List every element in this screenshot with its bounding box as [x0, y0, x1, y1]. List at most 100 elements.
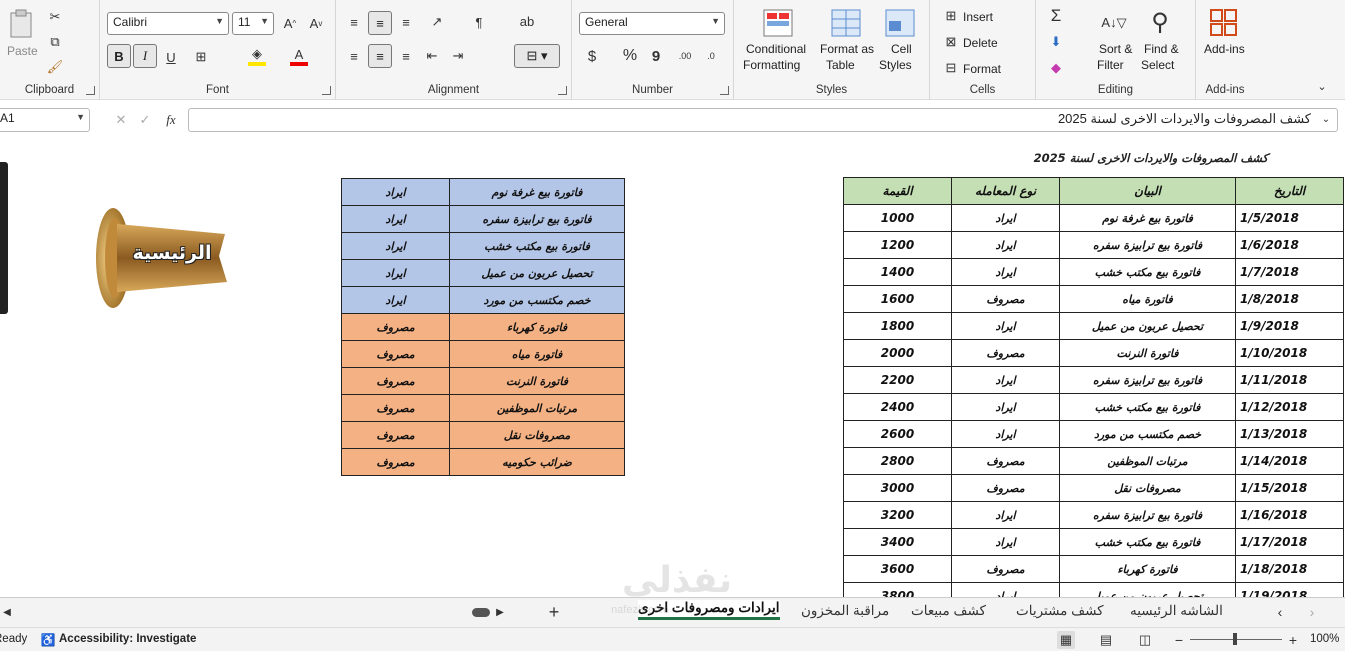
- lookup-cell[interactable]: مصروف: [341, 448, 450, 476]
- lookup-cell[interactable]: ايراد: [341, 286, 450, 314]
- side-floating-toolbar[interactable]: [0, 162, 8, 314]
- column-header[interactable]: القيمة: [843, 177, 952, 205]
- paste-button[interactable]: Paste: [7, 44, 38, 58]
- table-cell[interactable]: 1/7/2018: [1235, 258, 1344, 286]
- cell-styles-icon[interactable]: [884, 8, 916, 38]
- table-cell[interactable]: 1000: [843, 204, 952, 232]
- increase-indent-icon[interactable]: ⇥: [448, 46, 468, 66]
- table-cell[interactable]: 1/6/2018: [1235, 231, 1344, 259]
- lookup-cell[interactable]: تحصيل عربون من عميل: [449, 259, 625, 287]
- name-box[interactable]: A1 ▼: [0, 108, 90, 132]
- format-as-table-icon[interactable]: [830, 8, 862, 38]
- table-cell[interactable]: 1800: [843, 312, 952, 340]
- table-cell[interactable]: مصروفات نقل: [1059, 474, 1236, 502]
- normal-view-icon[interactable]: ▦: [1057, 631, 1075, 649]
- table-cell[interactable]: مرتبات الموظفين: [1059, 447, 1236, 475]
- table-cell[interactable]: 1/18/2018: [1235, 555, 1344, 583]
- font-name-select[interactable]: Calibri ▼: [107, 12, 229, 35]
- table-cell[interactable]: فاتورة النرنت: [1059, 339, 1236, 367]
- merge-center-icon[interactable]: ⊟ ▾: [514, 44, 560, 68]
- lookup-cell[interactable]: فاتورة بيع مكتب خشب: [449, 232, 625, 260]
- table-cell[interactable]: 2000: [843, 339, 952, 367]
- table-cell[interactable]: مصروف: [951, 339, 1060, 367]
- number-launcher-icon[interactable]: [720, 86, 729, 95]
- tab-sales[interactable]: كشف مبيعات: [911, 603, 986, 619]
- table-cell[interactable]: مصروف: [951, 474, 1060, 502]
- table-cell[interactable]: 1/16/2018: [1235, 501, 1344, 529]
- copy-icon[interactable]: ⧉: [46, 33, 64, 51]
- column-header[interactable]: نوع المعامله: [951, 177, 1060, 205]
- zoom-slider-thumb[interactable]: [1233, 633, 1237, 645]
- table-cell[interactable]: فاتورة بيع ترابيزة سفره: [1059, 366, 1236, 394]
- lookup-cell[interactable]: مصروف: [341, 394, 450, 422]
- table-cell[interactable]: 1/9/2018: [1235, 312, 1344, 340]
- tab-inventory[interactable]: مراقبة المخزون: [801, 603, 889, 619]
- fill-color-icon[interactable]: ◈: [248, 46, 266, 66]
- lookup-cell[interactable]: مصروف: [341, 367, 450, 395]
- accessibility-status[interactable]: Accessibility: Investigate: [59, 633, 196, 645]
- table-cell[interactable]: فاتورة بيع ترابيزة سفره: [1059, 501, 1236, 529]
- table-cell[interactable]: فاتورة بيع مكتب خشب: [1059, 258, 1236, 286]
- format-as-table-label-2[interactable]: Table: [826, 58, 855, 72]
- sort-filter-label-1[interactable]: Sort &: [1099, 42, 1132, 56]
- percent-button[interactable]: %: [620, 46, 640, 66]
- table-cell[interactable]: ايراد: [951, 420, 1060, 448]
- table-cell[interactable]: فاتورة بيع ترابيزة سفره: [1059, 231, 1236, 259]
- underline-button[interactable]: U: [162, 48, 180, 66]
- table-cell[interactable]: 1/10/2018: [1235, 339, 1344, 367]
- table-cell[interactable]: 1/13/2018: [1235, 420, 1344, 448]
- zoom-out-icon[interactable]: −: [1172, 631, 1186, 649]
- text-direction-icon[interactable]: ¶: [466, 12, 492, 32]
- formula-input[interactable]: كشف المصروفات والايردات الاخرى لسنة 2025: [188, 108, 1338, 132]
- addins-icon[interactable]: [1209, 8, 1239, 38]
- table-cell[interactable]: 3000: [843, 474, 952, 502]
- table-cell[interactable]: 2200: [843, 366, 952, 394]
- enter-icon[interactable]: ✓: [136, 111, 154, 129]
- align-middle-icon[interactable]: ≡: [368, 11, 392, 35]
- align-right-icon[interactable]: ≡: [396, 46, 416, 66]
- scroll-left-icon[interactable]: ◀: [0, 604, 14, 620]
- table-cell[interactable]: ايراد: [951, 366, 1060, 394]
- cell-styles-label-2[interactable]: Styles: [879, 58, 912, 72]
- cell-styles-label-1[interactable]: Cell: [891, 42, 912, 56]
- italic-button[interactable]: I: [133, 44, 157, 68]
- increase-font-icon[interactable]: A ^: [280, 14, 300, 32]
- lookup-cell[interactable]: ايراد: [341, 232, 450, 260]
- table-cell[interactable]: ايراد: [951, 312, 1060, 340]
- lookup-cell[interactable]: ايراد: [341, 205, 450, 233]
- tab-scroll-right-icon[interactable]: ▶: [494, 604, 506, 620]
- tab-home-screen[interactable]: الشاشه الرئيسيه: [1130, 603, 1223, 619]
- table-cell[interactable]: فاتورة بيع مكتب خشب: [1059, 528, 1236, 556]
- increase-decimal-icon[interactable]: .00: [674, 46, 696, 66]
- table-cell[interactable]: مصروف: [951, 555, 1060, 583]
- bold-button[interactable]: B: [107, 44, 131, 68]
- column-header[interactable]: البيان: [1059, 177, 1236, 205]
- table-cell[interactable]: 1/12/2018: [1235, 393, 1344, 421]
- search-icon[interactable]: ⚲: [1144, 6, 1176, 38]
- table-cell[interactable]: فاتورة مياه: [1059, 285, 1236, 313]
- table-cell[interactable]: 1/5/2018: [1235, 204, 1344, 232]
- find-select-label-2[interactable]: Select: [1141, 58, 1174, 72]
- table-cell[interactable]: 3400: [843, 528, 952, 556]
- tabs-next-icon[interactable]: ›: [1304, 604, 1320, 620]
- table-cell[interactable]: مصروف: [951, 447, 1060, 475]
- table-cell[interactable]: 1/8/2018: [1235, 285, 1344, 313]
- table-cell[interactable]: فاتورة كهرباء: [1059, 555, 1236, 583]
- align-left-icon[interactable]: ≡: [344, 46, 364, 66]
- table-cell[interactable]: 1400: [843, 258, 952, 286]
- table-cell[interactable]: 3800: [843, 582, 952, 597]
- comma-style-button[interactable]: 9: [648, 46, 664, 66]
- table-cell[interactable]: 1/11/2018: [1235, 366, 1344, 394]
- table-cell[interactable]: 3200: [843, 501, 952, 529]
- lookup-cell[interactable]: ضرائب حكوميه: [449, 448, 625, 476]
- table-cell[interactable]: 1/14/2018: [1235, 447, 1344, 475]
- page-layout-icon[interactable]: ▤: [1097, 631, 1115, 649]
- table-cell[interactable]: 1/17/2018: [1235, 528, 1344, 556]
- table-cell[interactable]: ايراد: [951, 582, 1060, 597]
- tabs-prev-icon[interactable]: ‹: [1272, 604, 1288, 620]
- lookup-cell[interactable]: مصروف: [341, 340, 450, 368]
- currency-button[interactable]: $: [582, 46, 602, 66]
- alignment-launcher-icon[interactable]: [558, 86, 567, 95]
- paste-icon[interactable]: [6, 6, 36, 40]
- table-cell[interactable]: 2600: [843, 420, 952, 448]
